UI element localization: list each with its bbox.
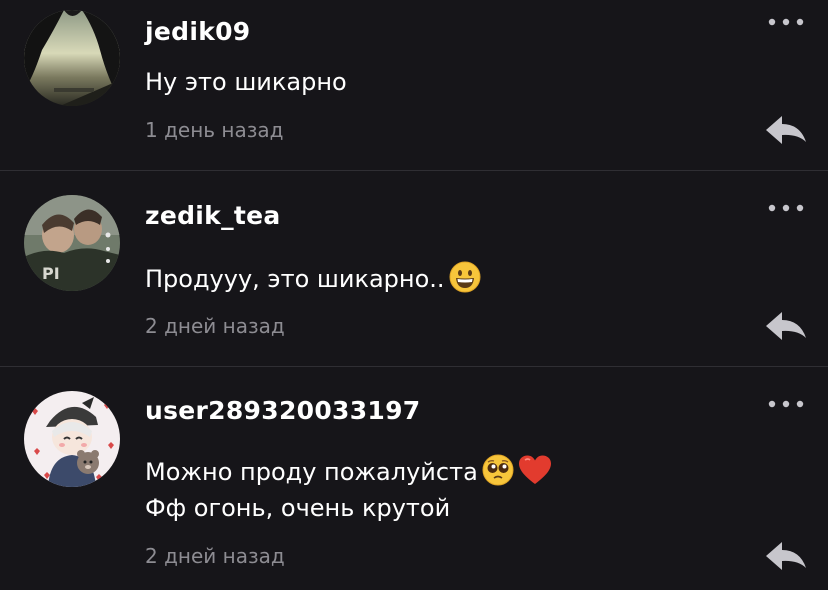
reply-arrow-icon[interactable] [764,538,808,574]
reply-arrow-icon[interactable] [764,308,808,344]
grinning-face-emoji [449,261,481,293]
reply-arrow-icon[interactable] [764,112,808,148]
more-dots-icon[interactable] [766,200,806,216]
red-heart-emoji [518,454,552,486]
comment-text: Можно проду пожалуйста Фф огонь, очень к… [145,454,552,526]
avatar[interactable] [24,10,120,106]
comment-item: PI zedik_tea Продууу, это шикарно.. 2 дн… [0,171,828,366]
comment-text: Ну это шикарно [145,64,347,100]
comment-text-content: Продууу, это шикарно.. [145,265,445,293]
comment-item: user289320033197 Можно проду пожалуйста … [0,367,828,590]
avatar-image [24,10,120,106]
username[interactable]: zedik_tea [145,201,281,230]
timestamp: 2 дней назад [145,544,285,568]
timestamp: 1 день назад [145,118,284,142]
timestamp: 2 дней назад [145,314,285,338]
avatar[interactable]: PI [24,195,120,291]
more-dots-icon[interactable] [766,396,806,412]
comment-text-content: Можно проду пожалуйста [145,458,478,486]
avatar-image [24,391,120,487]
comment-text-line: Фф огонь, очень крутой [145,494,451,522]
avatar-image: PI [24,195,120,291]
avatar[interactable] [24,391,120,487]
comment-text-line: Можно проду пожалуйста [145,454,552,490]
comment-item: jedik09 Ну это шикарно 1 день назад [0,0,828,170]
comment-text-line: Продууу, это шикарно.. [145,261,481,297]
comment-text-line: Ну это шикарно [145,68,347,96]
comment-text: Продууу, это шикарно.. [145,261,481,297]
username[interactable]: user289320033197 [145,396,421,425]
svg-text:PI: PI [42,264,60,283]
pleading-face-emoji [482,454,514,486]
more-dots-icon[interactable] [766,14,806,30]
username[interactable]: jedik09 [145,17,251,46]
